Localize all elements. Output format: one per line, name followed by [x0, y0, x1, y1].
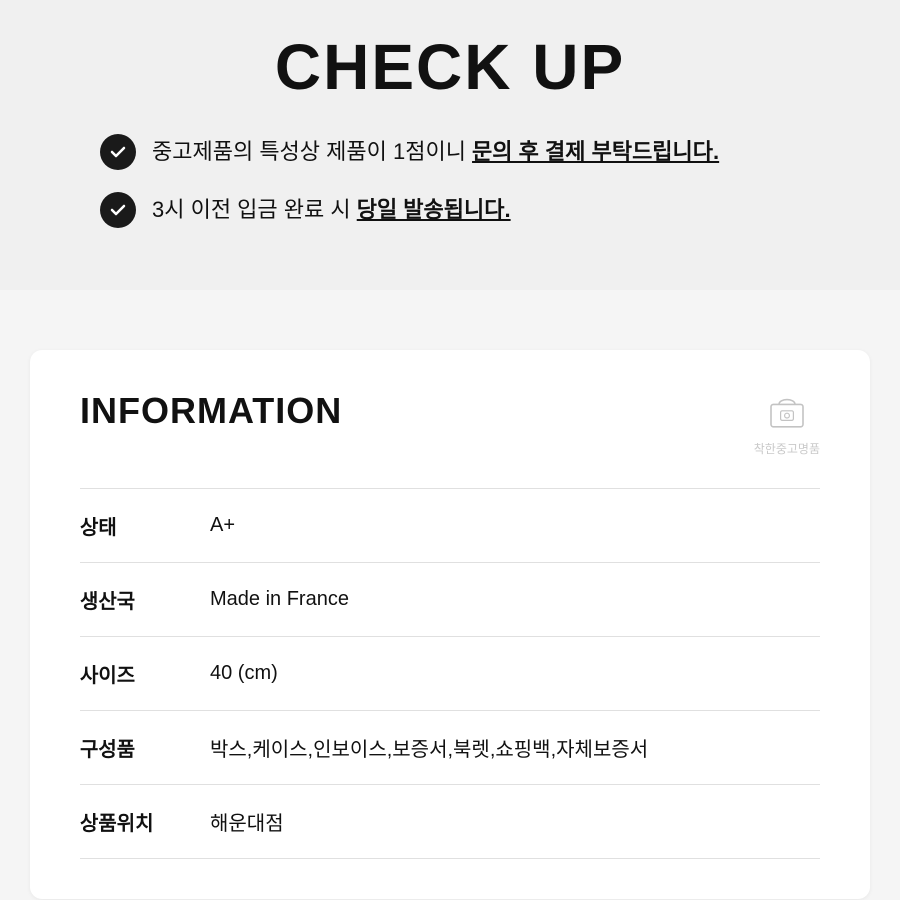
table-row: 구성품 박스,케이스,인보이스,보증서,북렛,쇼핑백,자체보증서	[80, 710, 820, 784]
value-components: 박스,케이스,인보이스,보증서,북렛,쇼핑백,자체보증서	[210, 710, 820, 784]
page-title: CHECK UP	[40, 30, 860, 104]
check-icon-1	[100, 134, 136, 170]
watermark: 착한중고명품	[754, 390, 820, 458]
gap-section	[0, 290, 900, 350]
info-header: INFORMATION 착한중고명품	[80, 390, 820, 458]
value-origin: Made in France	[210, 562, 820, 636]
table-row: 생산국 Made in France	[80, 562, 820, 636]
table-row: 상태 A+	[80, 488, 820, 562]
label-components: 구성품	[80, 710, 210, 784]
info-title: INFORMATION	[80, 390, 342, 432]
label-size: 사이즈	[80, 636, 210, 710]
check-text-1: 중고제품의 특성상 제품이 1점이니 문의 후 결제 부탁드립니다.	[152, 137, 719, 168]
info-card: INFORMATION 착한중고명품 상태 A+ 생산국 Made in Fra…	[30, 350, 870, 899]
table-row: 상품위치 해운대점	[80, 784, 820, 858]
value-size: 40 (cm)	[210, 636, 820, 710]
header-section: CHECK UP 중고제품의 특성상 제품이 1점이니 문의 후 결제 부탁드립…	[0, 0, 900, 290]
check-item-1: 중고제품의 특성상 제품이 1점이니 문의 후 결제 부탁드립니다.	[100, 134, 800, 170]
info-table: 상태 A+ 생산국 Made in France 사이즈 40 (cm) 구성품…	[80, 488, 820, 859]
watermark-label: 착한중고명품	[754, 442, 820, 458]
check-item-2: 3시 이전 입금 완료 시 당일 발송됩니다.	[100, 192, 800, 228]
label-origin: 생산국	[80, 562, 210, 636]
label-location: 상품위치	[80, 784, 210, 858]
value-status: A+	[210, 488, 820, 562]
table-row: 사이즈 40 (cm)	[80, 636, 820, 710]
label-status: 상태	[80, 488, 210, 562]
check-text-2: 3시 이전 입금 완료 시 당일 발송됩니다.	[152, 195, 511, 226]
value-location: 해운대점	[210, 784, 820, 858]
check-icon-2	[100, 192, 136, 228]
check-list: 중고제품의 특성상 제품이 1점이니 문의 후 결제 부탁드립니다. 3시 이전…	[100, 134, 800, 250]
